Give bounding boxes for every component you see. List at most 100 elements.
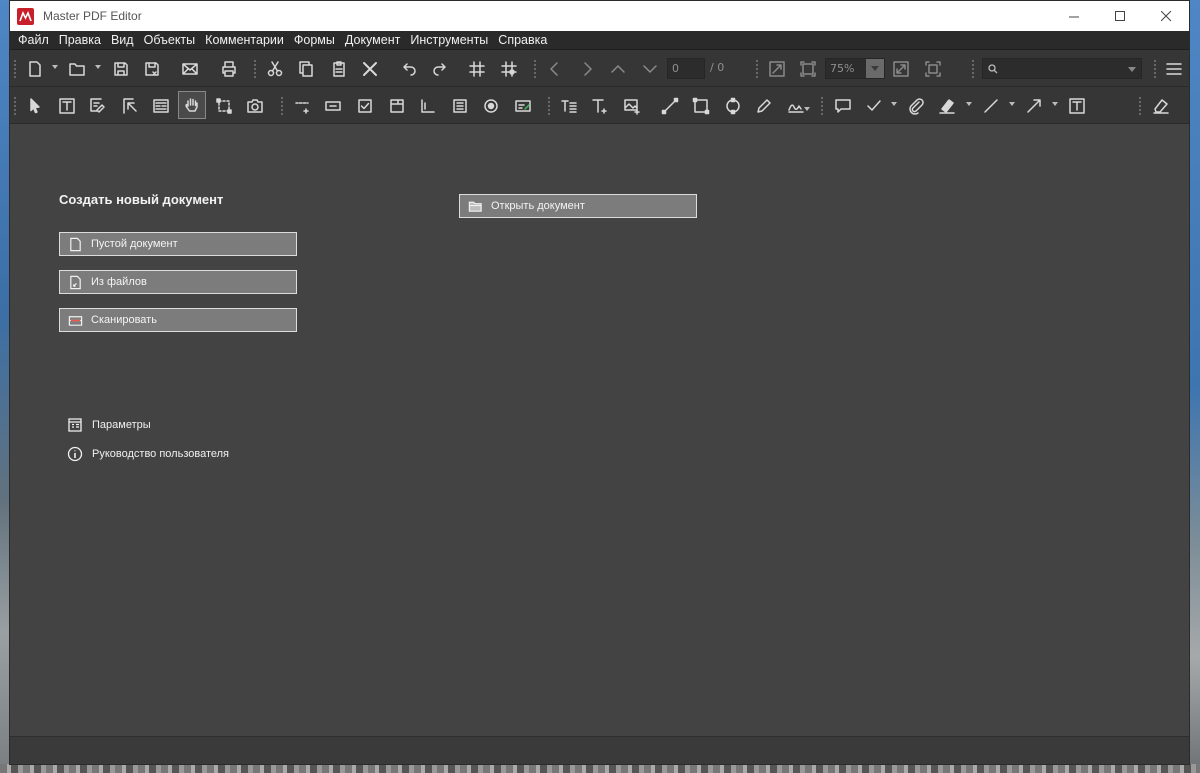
checkbox-field-button[interactable] (354, 95, 376, 117)
zoom-dropdown-arrow[interactable] (866, 59, 884, 78)
title-bar[interactable]: Master PDF Editor (10, 1, 1189, 31)
menu-comments[interactable]: Комментарии (200, 33, 289, 47)
previous-page-button[interactable] (544, 58, 566, 80)
print-button[interactable] (218, 58, 240, 80)
blank-document-button[interactable]: Пустой документ (59, 232, 297, 256)
toolbar-grip[interactable] (13, 59, 17, 79)
new-document-dropdown[interactable] (52, 65, 58, 69)
ellipse-tool-button[interactable] (722, 95, 744, 117)
grid-button[interactable] (466, 58, 488, 80)
search-input[interactable] (982, 58, 1142, 79)
snap-grid-button[interactable] (498, 58, 520, 80)
form-icon (153, 99, 169, 113)
cut-button[interactable] (264, 58, 286, 80)
menu-file[interactable]: Файл (13, 33, 54, 47)
toolbar-grip[interactable] (13, 96, 17, 116)
annotation-line-dropdown[interactable] (1009, 102, 1015, 106)
add-text-flow-button[interactable] (558, 95, 580, 117)
sign-dropdown[interactable] (804, 107, 810, 111)
user-guide-link[interactable]: Руководство пользователя (67, 446, 229, 462)
first-page-button[interactable] (607, 58, 629, 80)
edit-text-button[interactable] (56, 95, 78, 117)
fit-width-button[interactable] (890, 58, 912, 80)
text-field-button[interactable] (417, 95, 439, 117)
crop-tool-button[interactable] (213, 95, 235, 117)
minimize-button[interactable] (1051, 1, 1097, 31)
toolbar-grip[interactable] (1138, 96, 1142, 116)
toolbar-grip[interactable] (547, 96, 551, 116)
signature-field-button[interactable] (512, 95, 534, 117)
comment-tool-button[interactable] (832, 95, 854, 117)
annotation-line-button[interactable] (980, 95, 1002, 117)
save-as-button[interactable] (141, 58, 163, 80)
check-dropdown[interactable] (891, 102, 897, 106)
new-document-button[interactable] (24, 58, 46, 80)
last-page-button[interactable] (639, 58, 661, 80)
toolbar-grip[interactable] (820, 96, 824, 116)
hamburger-menu-button[interactable] (1163, 58, 1185, 80)
stamp-check-button[interactable] (863, 95, 885, 117)
toolbar-grip[interactable] (533, 59, 537, 79)
eraser-button[interactable] (1150, 95, 1172, 117)
list-box-button[interactable] (449, 95, 471, 117)
menu-objects[interactable]: Объекты (139, 33, 201, 47)
toolbar-grip[interactable] (1153, 59, 1157, 79)
menu-document[interactable]: Документ (340, 33, 405, 47)
full-screen-button[interactable] (922, 58, 944, 80)
add-image-button[interactable] (621, 95, 643, 117)
next-page-button[interactable] (576, 58, 598, 80)
hand-tool-button[interactable] (178, 91, 206, 119)
highlighter-icon (939, 99, 955, 114)
open-document-button[interactable]: Открыть документ (459, 194, 697, 218)
pencil-tool-button[interactable] (753, 95, 775, 117)
zoom-select[interactable]: 75% (825, 58, 885, 79)
settings-link[interactable]: Параметры (67, 417, 151, 433)
highlight-tool-button[interactable] (936, 95, 958, 117)
save-button[interactable] (110, 58, 132, 80)
delete-button[interactable] (359, 58, 381, 80)
toolbar-grip[interactable] (971, 59, 975, 79)
add-form-button[interactable] (150, 95, 172, 117)
copy-button[interactable] (296, 58, 318, 80)
menu-edit[interactable]: Правка (54, 33, 106, 47)
undo-button[interactable] (398, 58, 420, 80)
open-button[interactable] (66, 58, 88, 80)
page-number-input[interactable]: 0 (667, 58, 705, 79)
chevron-right-icon (584, 62, 592, 76)
from-files-button[interactable]: Из файлов (59, 270, 297, 294)
button-field-button[interactable] (322, 95, 344, 117)
menu-forms[interactable]: Формы (289, 33, 340, 47)
edit-forms-button[interactable] (87, 95, 109, 117)
arrow-dropdown[interactable] (1052, 102, 1058, 106)
menu-view[interactable]: Вид (106, 33, 139, 47)
attach-file-button[interactable] (905, 95, 927, 117)
toolbar-grip[interactable] (280, 96, 284, 116)
add-text-button[interactable] (589, 95, 611, 117)
paste-button[interactable] (328, 58, 350, 80)
scan-button[interactable]: Сканировать (59, 308, 297, 332)
redo-button[interactable] (429, 58, 451, 80)
email-button[interactable] (179, 58, 201, 80)
edit-objects-button[interactable] (119, 95, 141, 117)
sign-tool-button[interactable] (785, 95, 807, 117)
close-button[interactable] (1143, 1, 1189, 31)
button-field-icon (325, 101, 341, 111)
text-box-button[interactable] (1066, 95, 1088, 117)
toolbar-grip[interactable] (755, 59, 759, 79)
radio-button-field-button[interactable] (480, 95, 502, 117)
select-tool-button[interactable] (24, 95, 46, 117)
line-tool-button[interactable] (659, 95, 681, 117)
menu-help[interactable]: Справка (493, 33, 552, 47)
actual-size-button[interactable] (797, 58, 819, 80)
highlight-dropdown[interactable] (966, 102, 972, 106)
snapshot-button[interactable] (244, 95, 266, 117)
link-tool-button[interactable] (291, 95, 313, 117)
menu-tools[interactable]: Инструменты (405, 33, 493, 47)
toolbar-grip[interactable] (253, 59, 257, 79)
arrow-tool-button[interactable] (1023, 95, 1045, 117)
rectangle-tool-button[interactable] (690, 95, 712, 117)
open-dropdown[interactable] (95, 65, 101, 69)
fit-page-button[interactable] (766, 58, 788, 80)
combo-box-button[interactable] (386, 95, 408, 117)
maximize-button[interactable] (1097, 1, 1143, 31)
